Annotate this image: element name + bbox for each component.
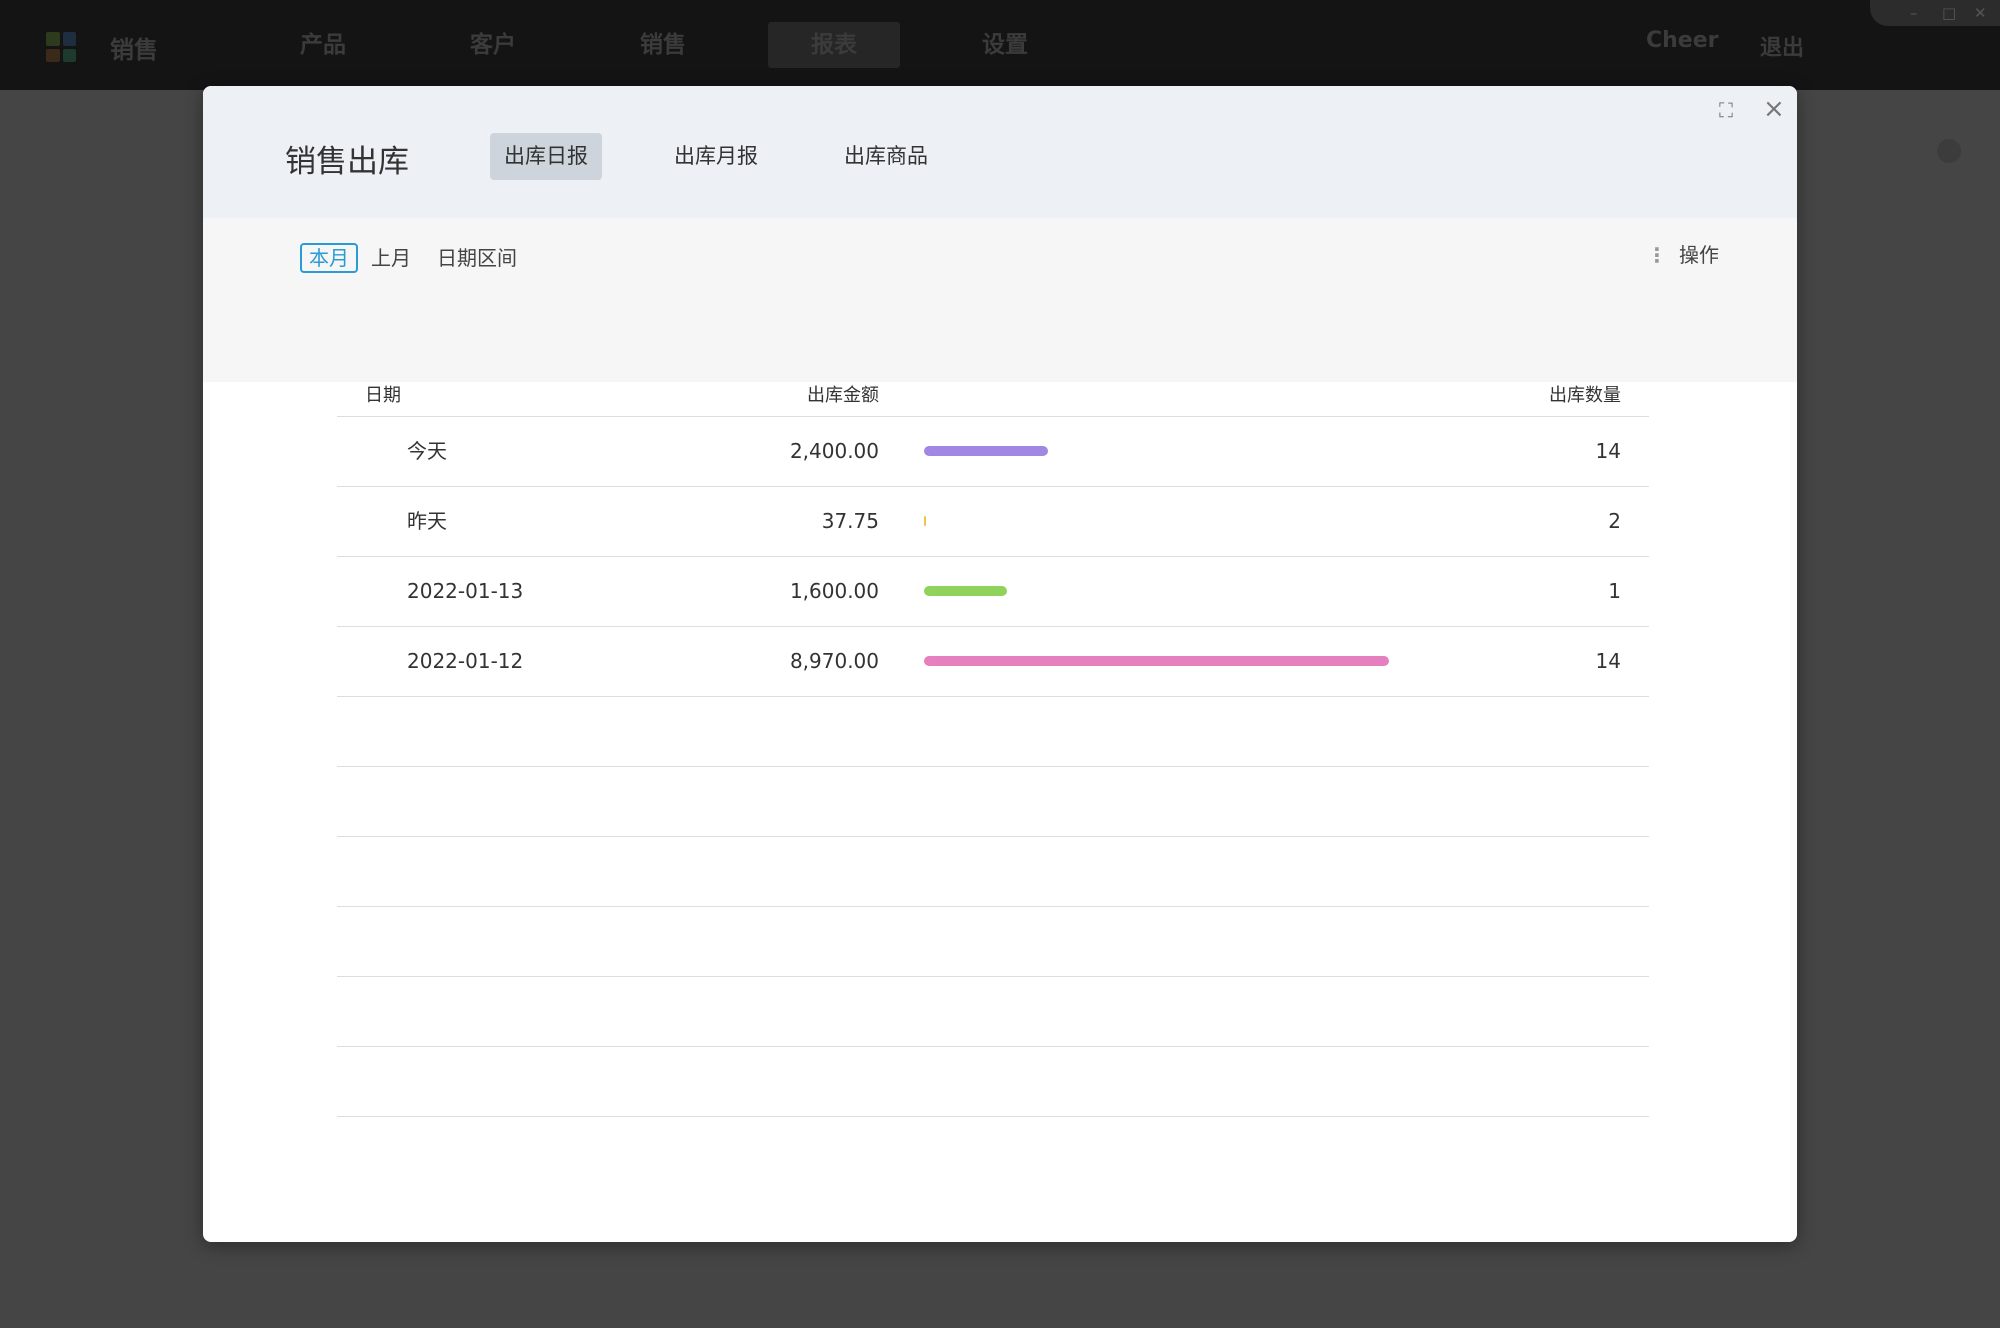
empty-table-row (337, 697, 1649, 767)
fullscreen-icon[interactable]: ⛶ (1719, 97, 1733, 123)
outbound-daily-table: 日期 出库金额 出库数量 今天 2,400.00 14 昨天 37.75 2 2… (337, 366, 1649, 1117)
modal-title: 销售出库 (285, 144, 409, 180)
tab-monthly-report[interactable]: 出库月报 (660, 133, 772, 180)
amount-bar-track (924, 446, 1484, 456)
logo-square (46, 48, 60, 62)
row-date: 昨天 (407, 509, 447, 533)
amount-bar-track (924, 516, 1484, 526)
table-row[interactable]: 2022-01-13 1,600.00 1 (337, 557, 1649, 627)
row-amount: 8,970.00 (789, 649, 879, 673)
row-date: 今天 (407, 439, 447, 463)
logout-button[interactable]: 退出 (1760, 30, 1804, 62)
empty-table-row (337, 837, 1649, 907)
nav-item-products[interactable]: 产品 (298, 22, 348, 68)
table-row[interactable]: 今天 2,400.00 14 (337, 417, 1649, 487)
column-header-amount[interactable]: 出库金额 (807, 381, 879, 407)
row-amount: 2,400.00 (789, 439, 879, 463)
window-controls: – □ ✕ (1870, 0, 2000, 26)
filter-this-month[interactable]: 本月 (300, 243, 358, 273)
filter-bar: 本月 上月 日期区间 ⋮ 操作 (203, 218, 1797, 382)
empty-table-row (337, 1047, 1649, 1117)
amount-bar (924, 586, 1007, 596)
empty-table-row (337, 767, 1649, 837)
amount-bar (924, 656, 1389, 666)
amount-bar (924, 516, 926, 526)
table-header: 日期 出库金额 出库数量 (337, 366, 1649, 417)
table-row[interactable]: 昨天 37.75 2 (337, 487, 1649, 557)
close-icon[interactable]: × (1763, 96, 1785, 122)
background-avatar (1937, 139, 1961, 163)
sales-outbound-modal: 销售出库 出库日报 出库月报 出库商品 ⛶ × 本月 上月 日期区间 ⋮ 操作 日… (203, 86, 1797, 1242)
operations-label: 操作 (1679, 243, 1719, 267)
row-date: 2022-01-13 (407, 579, 524, 603)
amount-bar-track (924, 656, 1484, 666)
logo-square (62, 48, 76, 62)
more-vertical-icon: ⋮ (1647, 243, 1667, 267)
minimize-icon[interactable]: – (1910, 4, 1918, 22)
empty-rows (337, 697, 1649, 1117)
nav-item-settings[interactable]: 设置 (980, 22, 1030, 68)
row-qty: 14 (1595, 649, 1621, 673)
user-name[interactable]: Cheer (1646, 28, 1719, 53)
column-header-qty[interactable]: 出库数量 (1549, 381, 1621, 407)
filter-date-range[interactable]: 日期区间 (437, 243, 517, 273)
window-close-icon[interactable]: ✕ (1974, 4, 1987, 22)
filter-last-month[interactable]: 上月 (371, 243, 411, 273)
column-header-date[interactable]: 日期 (365, 381, 401, 407)
amount-bar (924, 446, 1048, 456)
nav-item-reports[interactable]: 报表 (768, 22, 900, 68)
row-amount: 1,600.00 (789, 579, 879, 603)
logo-square (62, 32, 76, 46)
amount-bar-track (924, 586, 1484, 596)
tab-daily-report[interactable]: 出库日报 (490, 133, 602, 180)
row-qty: 2 (1608, 509, 1621, 533)
logo-square (46, 32, 60, 46)
empty-table-row (337, 907, 1649, 977)
operations-menu[interactable]: ⋮ 操作 (1647, 240, 1719, 270)
nav-item-customers[interactable]: 客户 (468, 22, 518, 68)
row-date: 2022-01-12 (407, 649, 524, 673)
row-qty: 14 (1595, 439, 1621, 463)
row-amount: 37.75 (821, 509, 879, 533)
row-qty: 1 (1608, 579, 1621, 603)
maximize-icon[interactable]: □ (1942, 4, 1956, 22)
modal-header: 销售出库 出库日报 出库月报 出库商品 ⛶ × (203, 86, 1797, 218)
app-topbar: 销售 产品 客户 销售 报表 设置 Cheer 退出 – □ ✕ (0, 0, 2000, 90)
nav-item-sales[interactable]: 销售 (638, 22, 688, 68)
table-row[interactable]: 2022-01-12 8,970.00 14 (337, 627, 1649, 697)
app-logo-icon (46, 32, 76, 62)
empty-table-row (337, 977, 1649, 1047)
app-name: 销售 (110, 36, 158, 64)
tab-outbound-products[interactable]: 出库商品 (830, 133, 942, 180)
